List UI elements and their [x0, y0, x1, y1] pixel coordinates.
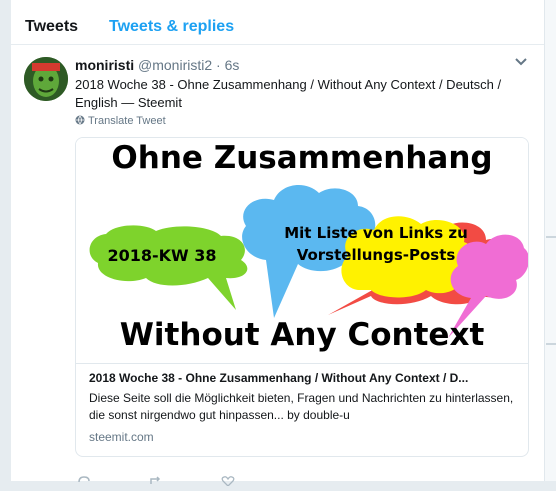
tweet-header: moniristi @moniristi2 · 6s: [75, 57, 239, 73]
scroll-marker: [546, 343, 556, 345]
card-image: Ohne Zusammenhang Without Any Context 20…: [76, 138, 528, 364]
card-domain[interactable]: steemit.com: [89, 430, 154, 444]
timeline-panel: Tweets Tweets & replies moniristi @monir…: [10, 0, 545, 487]
user-handle[interactable]: @moniristi2: [138, 57, 212, 73]
profile-tabs: Tweets Tweets & replies: [11, 0, 545, 45]
tab-tweets-and-replies[interactable]: Tweets & replies: [109, 18, 234, 36]
tweet-text: 2018 Woche 38 - Ohne Zusammenhang / With…: [75, 77, 502, 110]
like-icon[interactable]: [221, 473, 235, 487]
retweet-icon[interactable]: [149, 473, 163, 484]
reply-icon[interactable]: [77, 473, 91, 483]
link-card[interactable]: Ohne Zusammenhang Without Any Context 20…: [75, 137, 529, 457]
image-bubble-links-1: Mit Liste von Links zu: [284, 224, 468, 242]
tweet-timestamp[interactable]: 6s: [225, 57, 240, 73]
image-bubble-kw: 2018-KW 38: [107, 246, 216, 265]
scroll-marker: [546, 236, 556, 238]
card-title[interactable]: 2018 Woche 38 - Ohne Zusammenhang / With…: [89, 371, 514, 385]
tab-tweets[interactable]: Tweets: [25, 18, 78, 36]
globe-icon: [75, 115, 85, 125]
card-description: Diese Seite soll die Möglichkeit bieten,…: [89, 391, 514, 422]
image-bubble-links-2: Vorstellungs-Posts: [297, 246, 456, 264]
avatar[interactable]: [24, 57, 68, 101]
image-top-text: Ohne Zusammenhang: [111, 140, 492, 176]
scrollbar-track[interactable]: [544, 0, 556, 481]
translate-tweet-link[interactable]: Translate Tweet: [75, 115, 166, 127]
user-name[interactable]: moniristi: [75, 57, 134, 73]
avatar-image: [24, 57, 68, 101]
tweet[interactable]: moniristi @moniristi2 · 6s 2018 Woche 38…: [11, 45, 545, 487]
translate-label: Translate Tweet: [88, 115, 166, 127]
image-bottom-text: Without Any Context: [120, 317, 485, 353]
separator-dot: ·: [216, 57, 221, 73]
chevron-down-icon[interactable]: [514, 55, 528, 69]
